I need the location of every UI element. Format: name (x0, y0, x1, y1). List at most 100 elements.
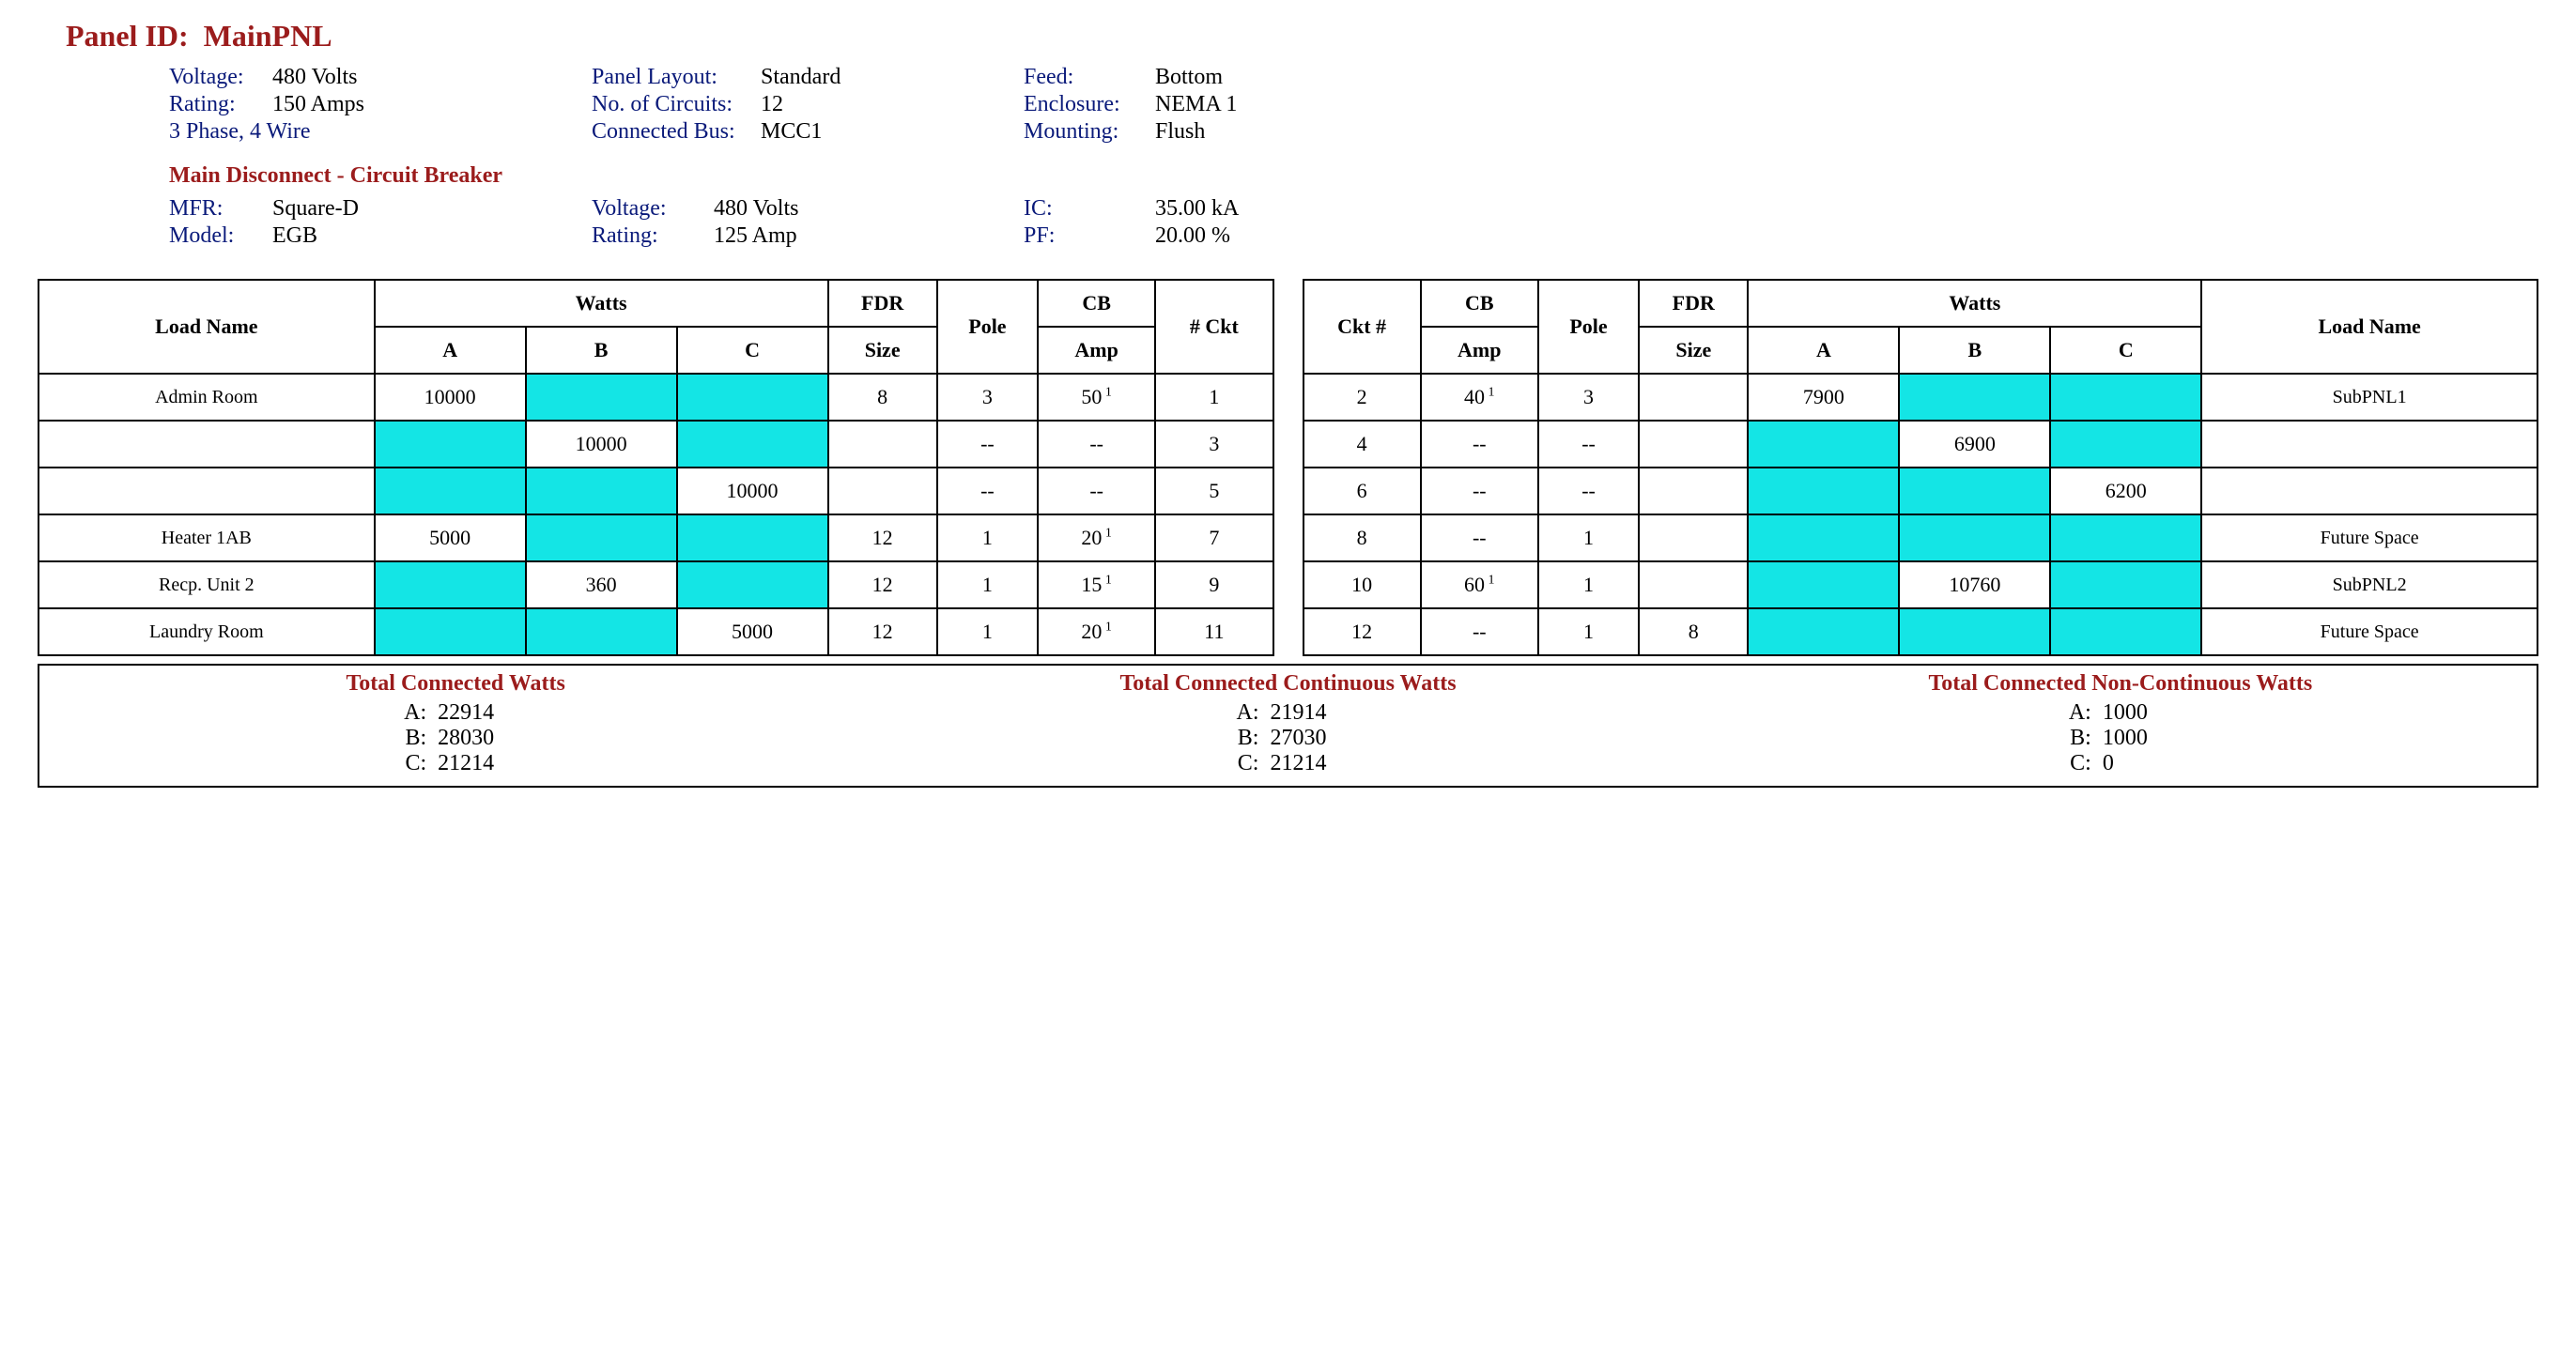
panel-id-label: Panel ID: (66, 19, 189, 53)
th-ckt-num2: Ckt # (1303, 280, 1421, 374)
pf-label: PF: (1024, 223, 1155, 249)
cell-load (39, 421, 375, 468)
cell-fdr: 12 (828, 561, 937, 608)
cell-b (526, 608, 677, 655)
cell-fdr: 8 (1639, 608, 1748, 655)
cell-fdr (1639, 514, 1748, 561)
cell-pole: -- (1538, 421, 1639, 468)
th-a-r: A (1748, 327, 1899, 374)
cell-pole: 3 (937, 374, 1038, 421)
cell-cb: -- (1421, 421, 1538, 468)
cell-c (677, 514, 828, 561)
cell-fdr (1639, 421, 1748, 468)
cell-fdr (1639, 468, 1748, 514)
th-pole: Pole (937, 280, 1038, 374)
cell-c: 5000 (677, 608, 828, 655)
enclosure-label: Enclosure: (1024, 92, 1155, 117)
cell-b (1899, 608, 2050, 655)
cell-a (375, 608, 526, 655)
cell-ckt: 10 (1303, 561, 1421, 608)
ic-label: IC: (1024, 196, 1155, 222)
cell-load: SubPNL1 (2201, 374, 2537, 421)
th-fdr: FDR (828, 280, 937, 327)
cell-fdr: 12 (828, 608, 937, 655)
left-tbody: Admin Room100008350 1110000----310000---… (39, 374, 1273, 655)
th-c: C (677, 327, 828, 374)
totals-connected-b: 28030 (438, 726, 513, 751)
label-c2: C: (1230, 751, 1258, 776)
cell-ckt: 9 (1155, 561, 1273, 608)
phase-wire-label: 3 Phase, 4 Wire (169, 119, 311, 145)
totals-continuous-c: 21214 (1270, 751, 1345, 776)
th-c-r: C (2050, 327, 2201, 374)
circuit-tables: Load Name Watts FDR Pole CB # Ckt A B C … (38, 279, 2538, 656)
cell-b (1899, 374, 2050, 421)
cell-ckt: 4 (1303, 421, 1421, 468)
disc-voltage-label: Voltage: (592, 196, 714, 222)
label-b3: B: (2063, 726, 2091, 751)
th-fdr-r: FDR (1639, 280, 1748, 327)
circuits-label: No. of Circuits: (592, 92, 761, 117)
cell-ckt: 3 (1155, 421, 1273, 468)
totals-continuous-a: 21914 (1270, 700, 1345, 726)
cell-load: Future Space (2201, 514, 2537, 561)
cell-cb: -- (1038, 468, 1155, 514)
cell-cb: 15 1 (1038, 561, 1155, 608)
pf-value: 20.00 % (1155, 223, 1230, 249)
cell-cb: -- (1421, 608, 1538, 655)
th-watts-r: Watts (1748, 280, 2201, 327)
ic-value: 35.00 kA (1155, 196, 1239, 222)
cell-fdr: 8 (828, 374, 937, 421)
panel-id-value: MainPNL (204, 19, 332, 53)
cell-load (39, 468, 375, 514)
panel-title: Panel ID: MainPNL (66, 19, 2538, 54)
th-amp: Amp (1038, 327, 1155, 374)
cell-cb: -- (1421, 468, 1538, 514)
cell-cb: 20 1 (1038, 608, 1155, 655)
label-b: B: (398, 726, 426, 751)
disc-rating-value: 125 Amp (714, 223, 797, 249)
cell-a (1748, 468, 1899, 514)
th-size-r: Size (1639, 327, 1748, 374)
mfr-value: Square-D (272, 196, 359, 222)
cell-fdr: 12 (828, 514, 937, 561)
table-row: 8--1Future Space (1303, 514, 2538, 561)
cell-pole: 1 (1538, 514, 1639, 561)
table-row: 1060 1110760SubPNL2 (1303, 561, 2538, 608)
mounting-label: Mounting: (1024, 119, 1155, 145)
table-row: 6----6200 (1303, 468, 2538, 514)
totals-connected: Total Connected Watts A:22914 B:28030 C:… (39, 671, 872, 776)
th-load-name-r: Load Name (2201, 280, 2537, 374)
right-circuit-table: Ckt # CB Pole FDR Watts Load Name Amp Si… (1303, 279, 2539, 656)
totals-continuous-b: 27030 (1270, 726, 1345, 751)
cell-cb: 60 1 (1421, 561, 1538, 608)
cell-b: 10000 (526, 421, 677, 468)
cell-ckt: 5 (1155, 468, 1273, 514)
cell-fdr (1639, 561, 1748, 608)
cell-ckt: 8 (1303, 514, 1421, 561)
th-b: B (526, 327, 677, 374)
cell-a (1748, 514, 1899, 561)
cell-pole: -- (1538, 468, 1639, 514)
bus-label: Connected Bus: (592, 119, 761, 145)
left-circuit-table: Load Name Watts FDR Pole CB # Ckt A B C … (38, 279, 1274, 656)
cell-fdr (828, 468, 937, 514)
cell-load (2201, 468, 2537, 514)
cell-load (2201, 421, 2537, 468)
cell-a (375, 561, 526, 608)
cell-b (526, 514, 677, 561)
cell-cb: 40 1 (1421, 374, 1538, 421)
cell-load: Heater 1AB (39, 514, 375, 561)
cell-fdr (1639, 374, 1748, 421)
totals-continuous: Total Connected Continuous Watts A:21914… (872, 671, 1704, 776)
cell-cb: -- (1038, 421, 1155, 468)
th-a: A (375, 327, 526, 374)
bus-value: MCC1 (761, 119, 822, 145)
mounting-value: Flush (1155, 119, 1205, 145)
th-cb: CB (1038, 280, 1155, 327)
cell-ckt: 11 (1155, 608, 1273, 655)
cell-cb: 50 1 (1038, 374, 1155, 421)
table-row: 240 137900SubPNL1 (1303, 374, 2538, 421)
rating-label: Rating: (169, 92, 272, 117)
voltage-value: 480 Volts (272, 65, 357, 90)
